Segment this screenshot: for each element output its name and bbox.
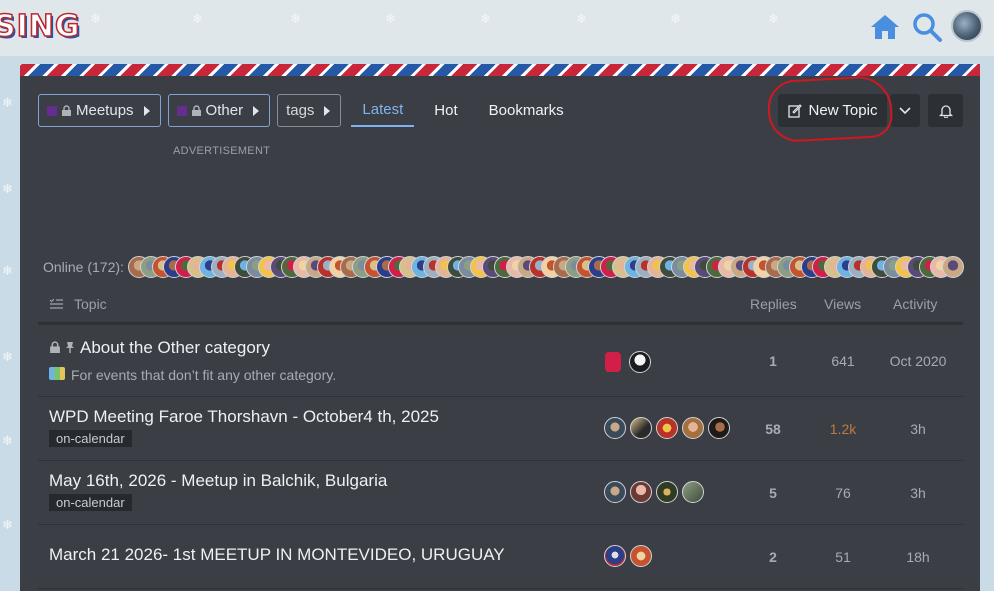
topic-title[interactable]: March 21 2026- 1st MEETUP IN MONTEVIDEO,… (49, 545, 505, 565)
topic-title[interactable]: May 16th, 2026 - Meetup in Balchik, Bulg… (49, 471, 387, 491)
online-users-label: Online (172): (43, 259, 124, 275)
snowflake-icon: ❄ (480, 11, 491, 26)
topic-tag[interactable]: on-calendar (49, 430, 132, 447)
activity-time[interactable]: 3h (883, 421, 953, 437)
replies-count: 2 (769, 549, 777, 565)
site-logo[interactable]: SING (0, 8, 81, 45)
snowflake-icon: ❄ (290, 11, 301, 26)
snowflake-icon: ❄ (670, 11, 681, 26)
navigation-controls: Meetups Other tags Latest Hot Bookmarks (38, 94, 578, 128)
annotation-circle (766, 74, 894, 144)
poster-avatar[interactable] (656, 417, 678, 439)
chevron-down-icon (899, 106, 911, 114)
poster-avatar[interactable] (656, 481, 678, 503)
main-panel: Meetups Other tags Latest Hot Bookmarks … (20, 64, 980, 591)
views-count: 51 (835, 549, 851, 565)
poster-avatar[interactable] (630, 417, 652, 439)
topic-row: WPD Meeting Faroe Thorshavn - October4 t… (38, 397, 963, 461)
poster-avatar[interactable] (604, 417, 626, 439)
snowflake-icon: ❄ (90, 11, 101, 26)
lock-icon (191, 105, 201, 116)
column-replies[interactable]: Replies (750, 296, 797, 312)
category-dropdown-other[interactable]: Other (167, 94, 271, 127)
views-count: 641 (831, 353, 855, 369)
bell-icon (938, 104, 953, 118)
logo-text: SING (0, 8, 81, 45)
lock-icon (62, 105, 71, 116)
snowflake-icon: ❄ (2, 95, 13, 110)
activity-time[interactable]: 3h (883, 485, 953, 501)
views-count: 1.2k (829, 421, 857, 437)
category-color-badge (176, 105, 187, 116)
advertisement-label: ADVERTISEMENT (173, 145, 271, 157)
tags-dropdown[interactable]: tags (277, 94, 342, 127)
snowflake-icon: ❄ (2, 263, 13, 278)
home-icon[interactable] (868, 10, 902, 44)
snowflake-icon: ❄ (2, 181, 13, 196)
online-users-list (128, 256, 965, 278)
snowflake-icon: ❄ (2, 433, 13, 448)
airmail-border (20, 64, 980, 76)
site-header: SING (0, 0, 994, 56)
topic-row: May 16th, 2026 - Meetup in Balchik, Bulg… (38, 461, 963, 525)
topic-title[interactable]: WPD Meeting Faroe Thorshavn - October4 t… (49, 407, 439, 427)
topic-options-dropdown[interactable] (890, 94, 920, 127)
snowflake-icon: ❄ (2, 349, 13, 364)
topic-excerpt: For events that don’t fit any other cate… (71, 367, 337, 383)
topic-tag[interactable]: on-calendar (49, 494, 132, 511)
activity-time[interactable]: 18h (883, 549, 953, 565)
topic-list-header: Topic Replies Views Activity (38, 288, 963, 325)
category-label: Other (205, 102, 244, 119)
topic-row: About the Other category For events that… (38, 328, 963, 397)
tab-latest[interactable]: Latest (351, 94, 415, 127)
snowflake-icon: ❄ (768, 11, 779, 26)
column-topic[interactable]: Topic (74, 296, 107, 312)
bulk-select-icon[interactable] (49, 298, 63, 310)
views-count: 76 (835, 485, 851, 501)
lock-icon (50, 341, 60, 353)
poster-avatar[interactable] (604, 545, 626, 567)
tags-label: tags (286, 102, 315, 119)
category-color-badge (47, 105, 57, 116)
poster-avatar[interactable] (604, 481, 626, 503)
search-icon[interactable] (910, 10, 944, 44)
map-icon (49, 367, 65, 380)
online-user-avatar[interactable] (942, 256, 965, 278)
snowflake-icon: ❄ (192, 11, 203, 26)
poster-avatar[interactable] (682, 417, 704, 439)
poster-avatar[interactable] (605, 352, 621, 372)
tab-hot[interactable]: Hot (423, 94, 468, 127)
column-views[interactable]: Views (824, 296, 861, 312)
category-label: Meetups (76, 102, 134, 119)
tab-bookmarks[interactable]: Bookmarks (478, 94, 575, 127)
poster-avatar[interactable] (630, 545, 652, 567)
poster-avatar[interactable] (682, 481, 704, 503)
poster-avatar[interactable] (708, 417, 730, 439)
snowflake-icon: ❄ (385, 11, 396, 26)
replies-count: 1 (769, 353, 777, 369)
poster-avatar[interactable] (629, 351, 651, 373)
replies-count: 58 (765, 421, 781, 437)
notifications-button[interactable] (928, 94, 963, 127)
caret-right-icon (253, 105, 260, 116)
user-avatar[interactable] (951, 10, 983, 42)
caret-right-icon (143, 105, 150, 116)
topic-title[interactable]: About the Other category (80, 338, 270, 358)
snowflake-icon: ❄ (576, 11, 587, 26)
column-activity[interactable]: Activity (893, 296, 937, 312)
poster-avatar[interactable] (630, 481, 652, 503)
replies-count: 5 (769, 485, 777, 501)
activity-time[interactable]: Oct 2020 (883, 353, 953, 369)
topic-row: March 21 2026- 1st MEETUP IN MONTEVIDEO,… (38, 525, 963, 589)
caret-right-icon (324, 105, 331, 116)
pin-icon (66, 342, 74, 353)
category-dropdown-meetups[interactable]: Meetups (38, 94, 161, 127)
snowflake-icon: ❄ (2, 517, 13, 532)
